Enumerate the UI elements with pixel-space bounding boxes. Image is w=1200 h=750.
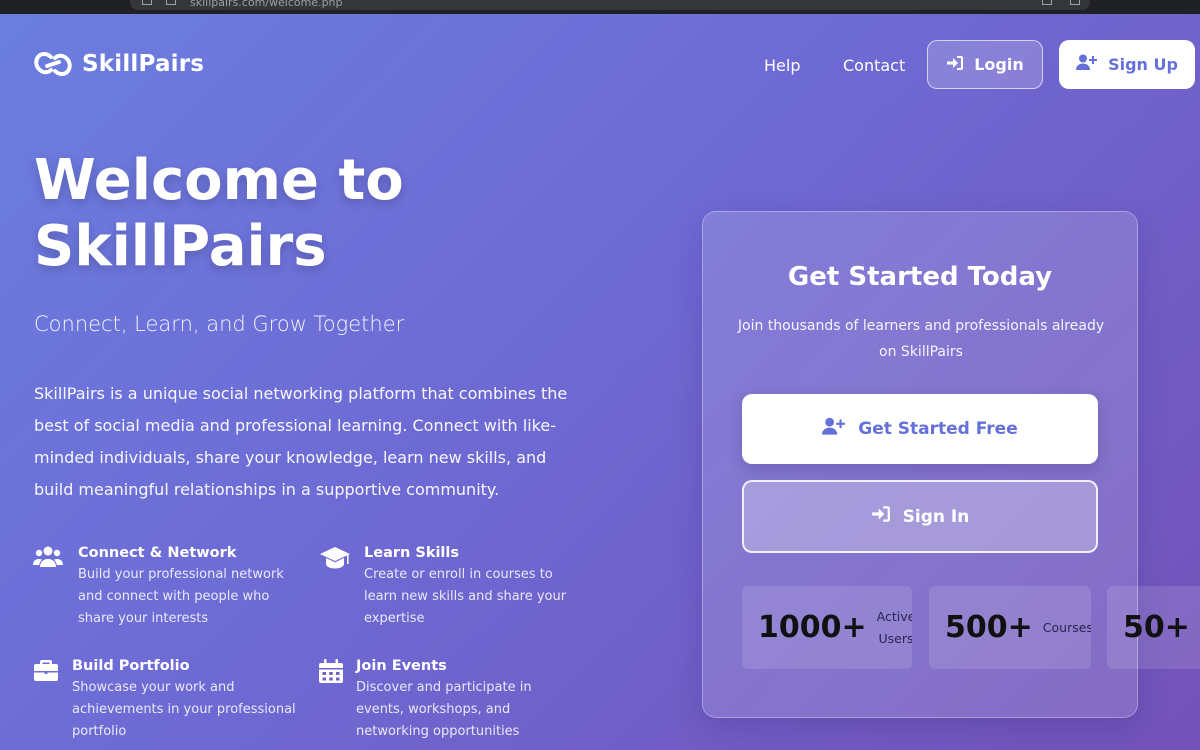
- site-info-icon[interactable]: [142, 0, 152, 5]
- login-label: Login: [974, 55, 1024, 74]
- signup-button[interactable]: Sign Up: [1059, 40, 1195, 89]
- stat-active-users: 1000+ Active Users: [742, 586, 912, 669]
- feature-description: Build your professional network and conn…: [78, 567, 284, 626]
- bookmark-icon[interactable]: [1042, 0, 1052, 5]
- graduation-cap-icon: [319, 545, 351, 575]
- hero-description: SkillPairs is a unique social networking…: [34, 384, 568, 499]
- card-title: Get Started Today: [787, 262, 1053, 292]
- card-description: Join thousands of learners and professio…: [737, 318, 1105, 360]
- feature-title: Join Events: [356, 658, 447, 674]
- page-icon: [166, 0, 176, 5]
- users-icon: [33, 545, 63, 573]
- feature-description: Showcase your work and achievements in y…: [72, 680, 296, 739]
- briefcase-icon: [33, 658, 59, 686]
- brand-name: SkillPairs: [82, 51, 205, 77]
- sign-in-icon: [871, 505, 891, 528]
- hero-subtitle: Connect, Learn, and Grow Together: [34, 312, 405, 336]
- feature-description: Create or enroll in courses to learn new…: [364, 567, 567, 626]
- hero-title-line-2: SkillPairs: [34, 214, 327, 279]
- get-started-free-button[interactable]: Get Started Free: [742, 394, 1098, 464]
- user-plus-icon: [1076, 54, 1098, 75]
- feature-join-events: Join Events Discover and participate in …: [319, 658, 589, 743]
- stat-label: Courses: [1042, 619, 1091, 635]
- stat-label-line: Active: [876, 608, 912, 624]
- hero-title-line-1: Welcome to: [34, 148, 404, 213]
- extension-icon[interactable]: [1070, 0, 1080, 5]
- browser-url-text: skillpairs.com/welcome.php: [190, 0, 343, 8]
- browser-toolbar: skillpairs.com/welcome.php: [0, 0, 1200, 14]
- calendar-icon: [319, 658, 343, 688]
- stat-label: Active Users: [877, 606, 912, 650]
- link-chain-icon: [34, 48, 72, 80]
- feature-learn-skills: Learn Skills Create or enroll in courses…: [319, 545, 589, 630]
- feature-title: Connect & Network: [78, 545, 237, 561]
- hero-title: Welcome to SkillPairs: [34, 148, 634, 280]
- sign-in-icon: [946, 55, 964, 75]
- feature-build-portfolio: Build Portfolio Showcase your work and a…: [33, 658, 303, 743]
- sign-in-button[interactable]: Sign In: [742, 480, 1098, 553]
- login-button[interactable]: Login: [927, 40, 1043, 89]
- browser-address-bar[interactable]: skillpairs.com/welcome.php: [130, 0, 1090, 10]
- nav-link-contact[interactable]: Contact: [843, 56, 905, 75]
- feature-description: Discover and participate in events, work…: [356, 680, 532, 739]
- sign-in-label: Sign In: [902, 506, 970, 527]
- brand-logo[interactable]: SkillPairs: [34, 48, 204, 80]
- feature-title: Build Portfolio: [72, 658, 190, 674]
- user-plus-icon: [822, 417, 846, 441]
- nav-link-help[interactable]: Help: [764, 56, 800, 75]
- stat-value: 1000+: [758, 610, 867, 645]
- get-started-label: Get Started Free: [858, 419, 1018, 439]
- feature-title: Learn Skills: [364, 545, 460, 561]
- stat-partial: 50+ S: [1107, 586, 1200, 669]
- stat-value: 500+: [945, 610, 1033, 645]
- stat-label-line: Users: [878, 630, 912, 646]
- stat-value: 50+: [1123, 610, 1190, 645]
- stat-courses: 500+ Courses: [929, 586, 1091, 669]
- feature-connect-network: Connect & Network Build your professiona…: [33, 545, 303, 630]
- signup-label: Sign Up: [1108, 55, 1178, 74]
